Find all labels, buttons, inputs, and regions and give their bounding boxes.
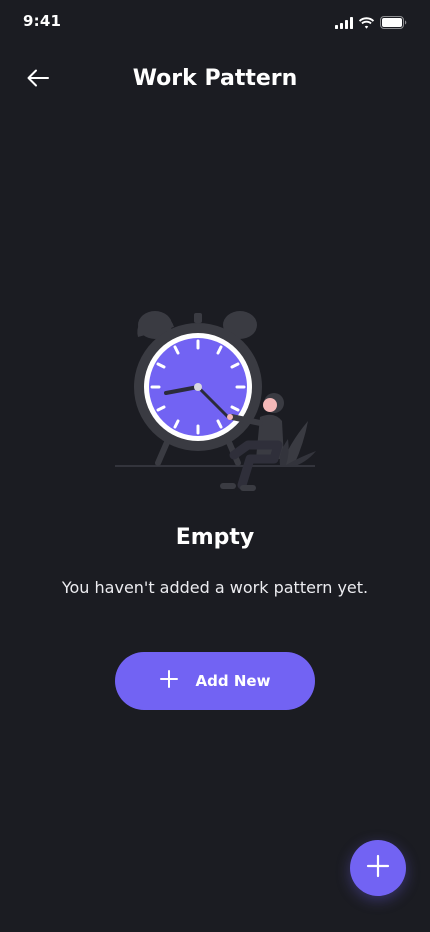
battery-icon [380,14,407,33]
cellular-signal-icon [335,14,353,33]
app-header: Work Pattern [0,58,430,102]
add-new-button[interactable]: Add New [115,652,315,710]
page-title: Work Pattern [132,66,298,91]
status-bar: 9:41 [0,0,430,44]
add-fab-button[interactable] [350,840,406,896]
empty-state-illustration [110,305,320,500]
status-time: 9:41 [23,12,62,30]
empty-title: Empty [175,525,255,550]
status-icons [335,14,407,33]
add-new-label: Add New [195,672,271,690]
plus-icon [366,854,390,882]
empty-message: You haven't added a work pattern yet. [61,578,369,597]
wifi-icon [358,14,375,33]
plus-icon [159,670,178,692]
